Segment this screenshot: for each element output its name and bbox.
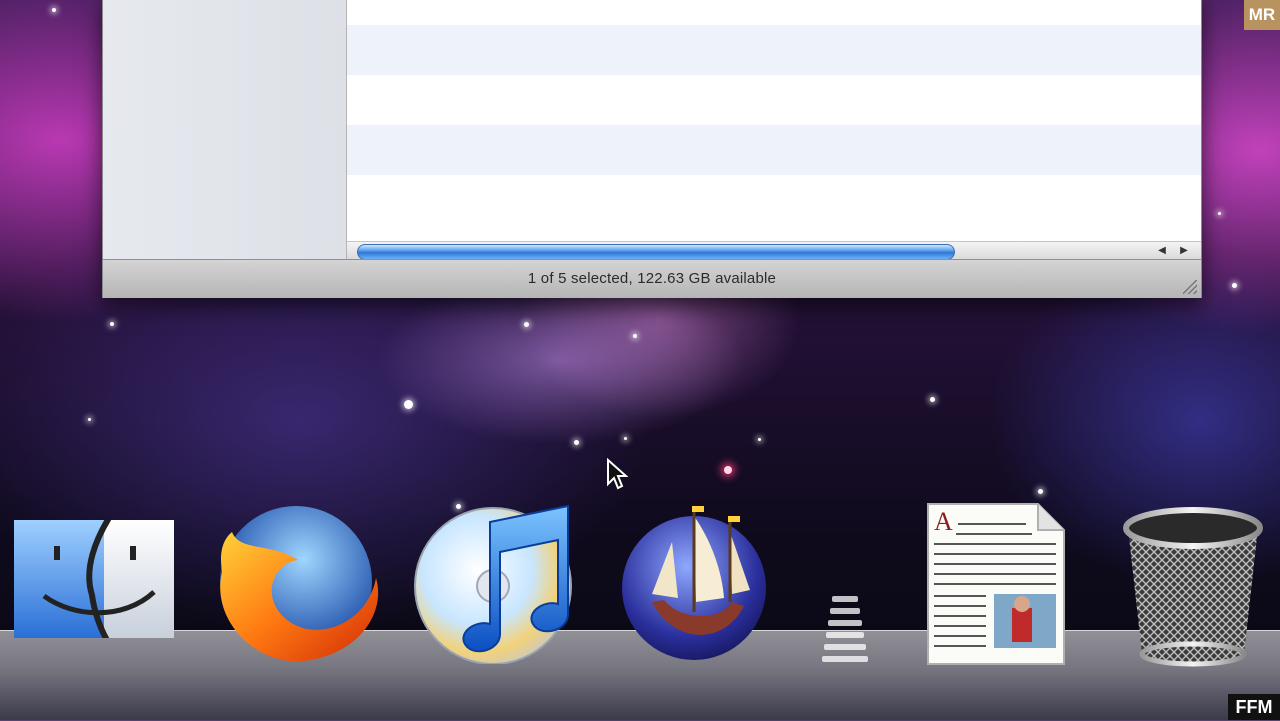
dock-item-finder[interactable]: [14, 508, 174, 647]
dock-item-itunes[interactable]: [398, 504, 588, 665]
list-row[interactable]: [347, 75, 1201, 125]
status-text: 1 of 5 selected, 122.63 GB available: [527, 270, 777, 287]
scroll-left-arrow-icon[interactable]: ◀: [1153, 244, 1171, 258]
svg-text:A: A: [934, 507, 953, 536]
dock-item-trash[interactable]: [1122, 504, 1264, 668]
finder-window: ◀ ▶ 1 of 5 selected, 122.63 GB available: [102, 0, 1202, 298]
camino-icon: [622, 506, 766, 660]
finder-icon: [14, 508, 174, 647]
scroll-right-arrow-icon[interactable]: ▶: [1175, 244, 1193, 258]
dock-separator: [822, 590, 868, 700]
resize-grip-icon[interactable]: [1183, 280, 1197, 294]
watermark-bottom-right: FFM: [1228, 694, 1280, 720]
file-list[interactable]: [347, 0, 1201, 241]
list-row[interactable]: [347, 25, 1201, 75]
itunes-icon: [414, 504, 572, 665]
dock-item-firefox[interactable]: [200, 502, 386, 668]
dock-item-document[interactable]: A: [926, 502, 1066, 666]
status-bar: 1 of 5 selected, 122.63 GB available: [103, 259, 1201, 298]
dock-item-camino[interactable]: [612, 502, 776, 662]
document-icon: A: [927, 503, 1065, 665]
trash-icon: [1123, 507, 1263, 667]
scrollbar-thumb[interactable]: [357, 244, 955, 260]
list-row[interactable]: [347, 175, 1201, 225]
list-row[interactable]: [347, 125, 1201, 175]
horizontal-scrollbar[interactable]: ◀ ▶: [347, 241, 1201, 260]
firefox-icon: [220, 506, 379, 662]
watermark-top-right: MR: [1244, 0, 1280, 30]
finder-sidebar[interactable]: [103, 0, 347, 259]
mouse-cursor-icon: [607, 458, 628, 490]
list-row[interactable]: [347, 0, 1201, 25]
